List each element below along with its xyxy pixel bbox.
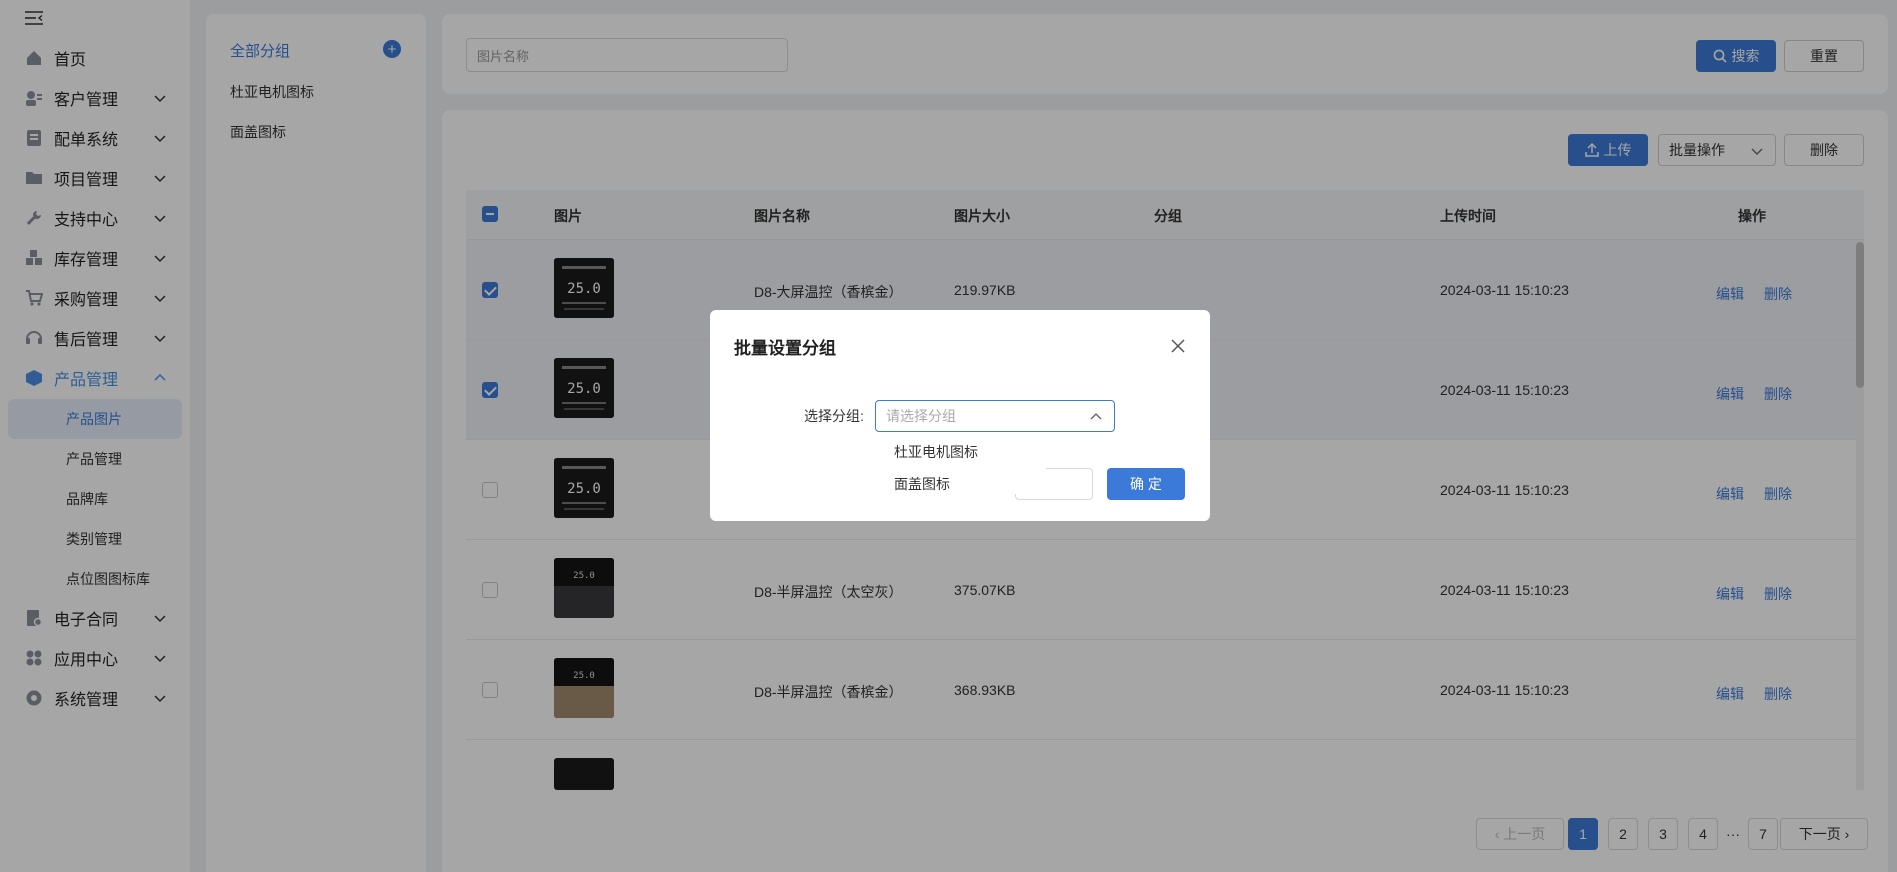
group-option[interactable]: 面盖图标: [894, 474, 950, 494]
group-field-label: 选择分组:: [804, 408, 864, 424]
batch-group-modal: 批量设置分组 选择分组: 请选择分组 杜亚电机图标 面盖图标 确 定: [710, 310, 1210, 521]
group-option[interactable]: 杜亚电机图标: [894, 442, 978, 462]
modal-title: 批量设置分组: [734, 339, 836, 358]
group-select[interactable]: 请选择分组: [875, 400, 1115, 432]
group-select-placeholder: 请选择分组: [886, 408, 956, 424]
chevron-up-icon: [1090, 413, 1102, 420]
close-icon[interactable]: [1170, 338, 1186, 354]
confirm-button[interactable]: 确 定: [1107, 468, 1185, 500]
